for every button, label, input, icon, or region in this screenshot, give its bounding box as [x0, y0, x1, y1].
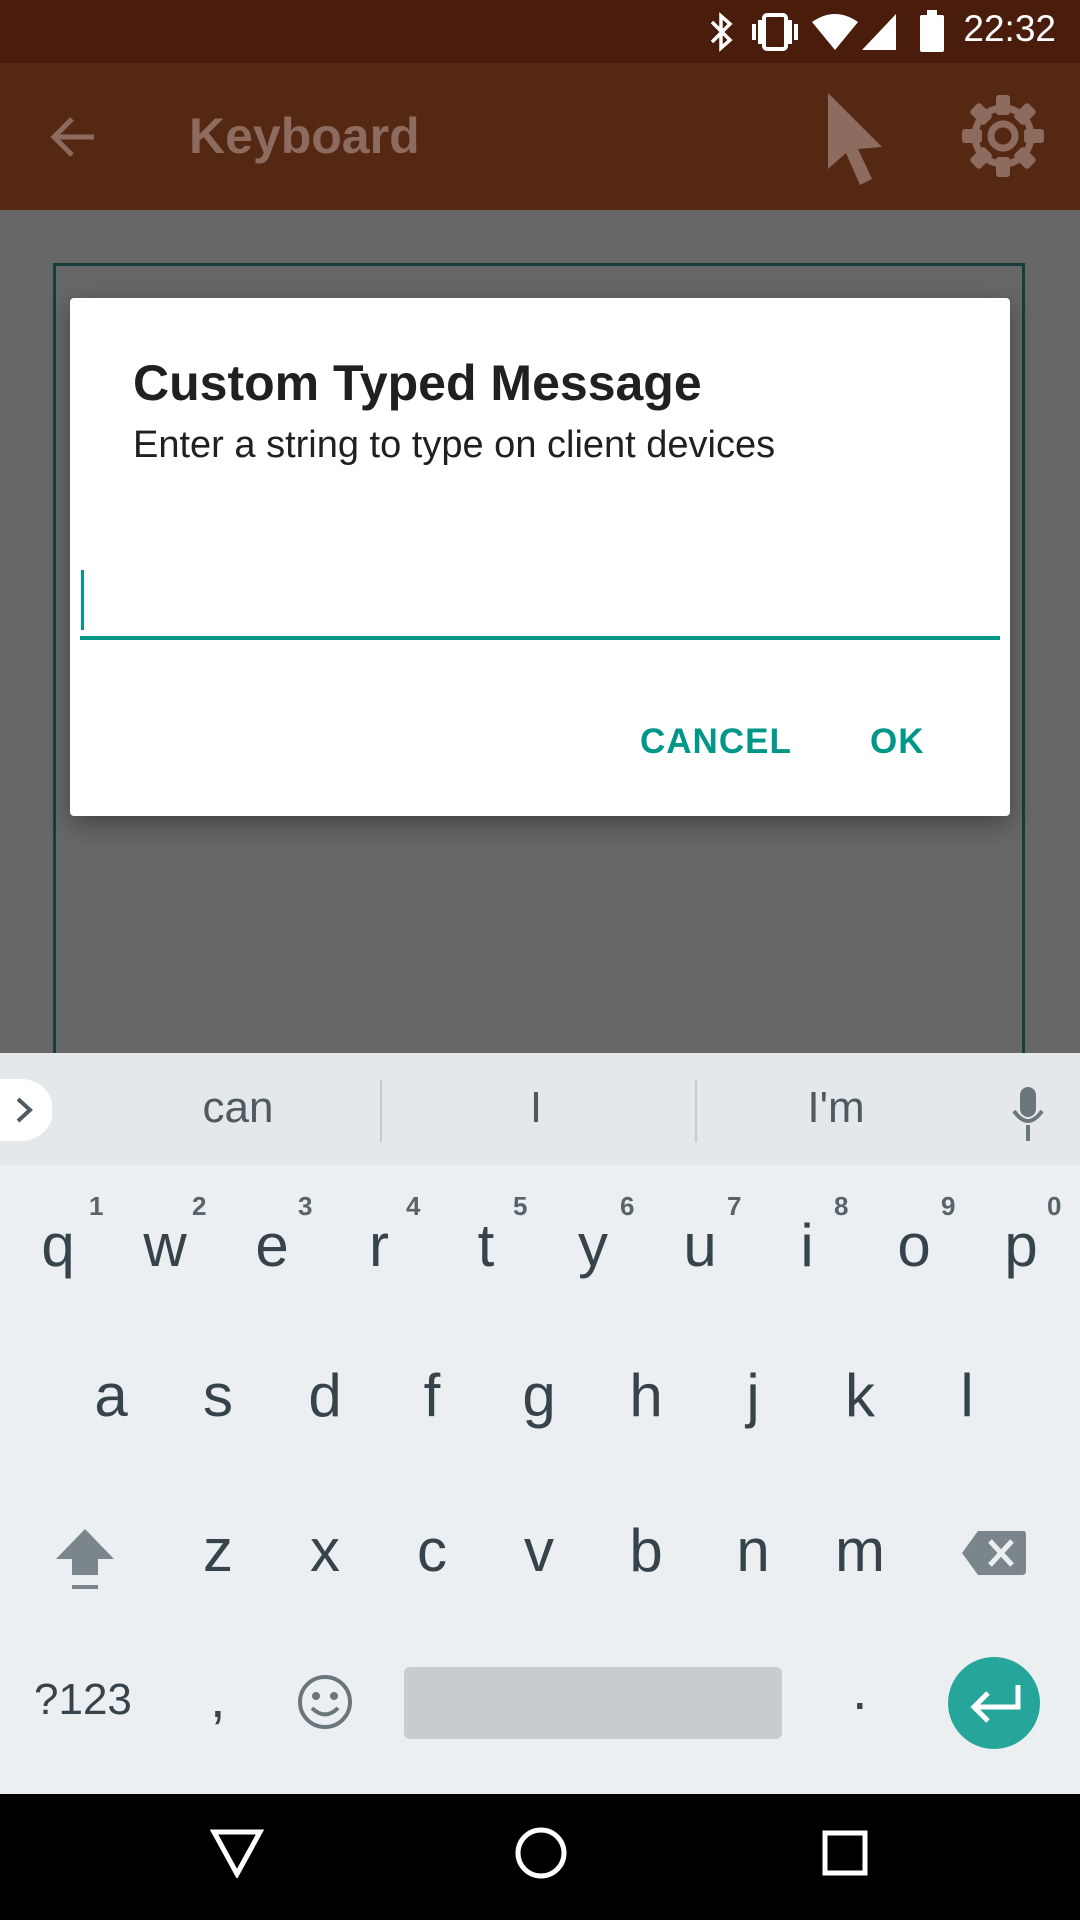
cancel-button[interactable]: CANCEL — [640, 722, 792, 762]
key-h[interactable]: h — [602, 1361, 690, 1430]
key-hint-6: 6 — [620, 1191, 635, 1221]
comma-key[interactable]: , — [210, 1665, 226, 1730]
microphone-icon[interactable] — [1010, 1087, 1046, 1143]
key-hint-7: 7 — [727, 1191, 742, 1221]
key-hint-8: 8 — [834, 1191, 849, 1221]
message-input[interactable] — [80, 560, 1000, 640]
custom-message-dialog: Custom Typed Message Enter a string to t… — [70, 298, 1010, 816]
suggestion-2[interactable]: I — [386, 1083, 686, 1133]
shift-icon[interactable] — [52, 1525, 118, 1595]
recents-square-icon[interactable] — [822, 1830, 868, 1876]
key-x[interactable]: x — [281, 1516, 369, 1585]
back-triangle-icon[interactable] — [210, 1828, 264, 1878]
key-hint-9: 9 — [941, 1191, 956, 1221]
key-f[interactable]: f — [388, 1361, 476, 1430]
battery-icon — [920, 10, 944, 52]
key-d[interactable]: d — [281, 1361, 369, 1430]
emoji-icon[interactable] — [296, 1673, 354, 1731]
vibrate-icon — [752, 13, 798, 51]
pointer-icon[interactable] — [824, 91, 886, 187]
suggestion-3[interactable]: I'm — [686, 1083, 986, 1133]
key-hint-1: 1 — [89, 1191, 104, 1221]
space-key[interactable] — [404, 1667, 782, 1739]
bluetooth-icon — [710, 12, 733, 52]
expand-chevron-icon[interactable] — [0, 1079, 52, 1141]
key-g[interactable]: g — [495, 1361, 583, 1430]
key-m[interactable]: m — [816, 1516, 904, 1585]
key-b[interactable]: b — [602, 1516, 690, 1585]
ok-button[interactable]: OK — [870, 722, 925, 762]
navigation-bar — [0, 1794, 1080, 1920]
key-hint-2: 2 — [192, 1191, 207, 1221]
home-circle-icon[interactable] — [514, 1826, 568, 1880]
key-a[interactable]: a — [67, 1361, 155, 1430]
wifi-icon — [812, 14, 858, 50]
backspace-icon[interactable] — [962, 1529, 1028, 1577]
key-hint-0: 0 — [1047, 1191, 1062, 1221]
key-l[interactable]: l — [923, 1361, 1011, 1430]
enter-arrow-icon — [970, 1685, 1021, 1723]
enter-key[interactable] — [948, 1657, 1040, 1749]
key-n[interactable]: n — [709, 1516, 797, 1585]
status-time: 22:32 — [963, 8, 1056, 49]
text-cursor — [81, 570, 84, 630]
key-v[interactable]: v — [495, 1516, 583, 1585]
key-c[interactable]: c — [388, 1516, 476, 1585]
key-k[interactable]: k — [816, 1361, 904, 1430]
signal-icon — [862, 14, 896, 50]
key-hint-4: 4 — [406, 1191, 421, 1221]
soft-keyboard: can I I'm q w e r t y u i o p 1 2 3 4 5 … — [0, 1053, 1080, 1794]
key-hint-5: 5 — [513, 1191, 528, 1221]
status-bar: 22:32 — [0, 0, 1080, 63]
key-s[interactable]: s — [174, 1361, 262, 1430]
key-j[interactable]: j — [709, 1361, 797, 1430]
settings-gear-icon[interactable] — [960, 93, 1046, 179]
page-title: Keyboard — [189, 108, 420, 164]
back-arrow-icon[interactable] — [48, 113, 98, 161]
dialog-title: Custom Typed Message — [133, 355, 702, 411]
app-bar: Keyboard — [0, 63, 1080, 210]
suggestion-1[interactable]: can — [88, 1083, 388, 1133]
symbols-key[interactable]: ?123 — [34, 1675, 132, 1725]
suggestion-strip: can I I'm — [0, 1053, 1080, 1165]
dialog-subtitle: Enter a string to type on client devices — [133, 424, 776, 466]
period-key[interactable]: . — [852, 1657, 868, 1722]
suggestion-divider — [380, 1080, 382, 1142]
key-hint-3: 3 — [298, 1191, 313, 1221]
key-z[interactable]: z — [174, 1516, 262, 1585]
